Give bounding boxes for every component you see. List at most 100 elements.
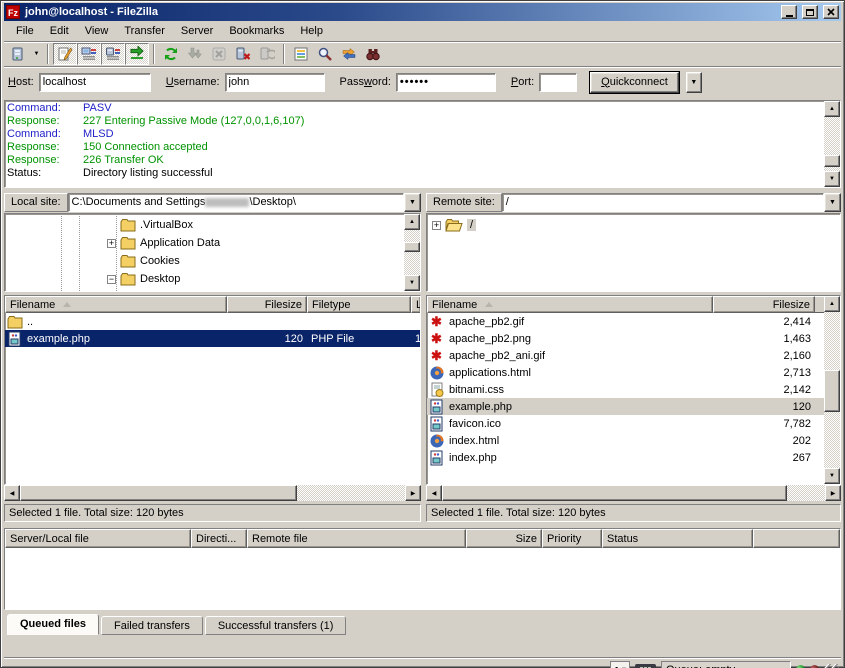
tree-item-root[interactable]: + / (427, 216, 840, 234)
scroll-down-button[interactable]: ▼ (404, 275, 420, 291)
tree-item-cookies[interactable]: Cookies (5, 252, 404, 270)
scroll-right-button[interactable]: ▶ (825, 485, 841, 501)
local-tree-scrollbar[interactable]: ▲ ▼ (404, 214, 420, 291)
remote-file-row[interactable]: ✱ apache_pb2.gif 2,414 (427, 313, 824, 330)
quickconnect-button[interactable]: Quickconnect (590, 72, 679, 93)
resize-grip[interactable] (824, 664, 839, 668)
find-files-button[interactable] (361, 43, 385, 65)
remote-site-path[interactable]: / (502, 193, 824, 212)
tab-failed-transfers[interactable]: Failed transfers (101, 616, 203, 635)
scroll-left-button[interactable]: ◀ (4, 485, 20, 501)
expand-icon[interactable]: + (107, 239, 116, 248)
column-header-filesize[interactable]: Filesize (713, 296, 815, 313)
queue-tabs: Queued files Failed transfers Successful… (4, 614, 841, 635)
remote-file-row[interactable]: index.php 267 (427, 449, 824, 466)
collapse-icon[interactable]: − (107, 275, 116, 284)
tree-item-virtualbox[interactable]: .VirtualBox (5, 216, 404, 234)
column-header-filetype[interactable]: Filetype (307, 296, 411, 313)
menu-bookmarks[interactable]: Bookmarks (221, 23, 292, 40)
column-header-size[interactable]: Size (466, 529, 542, 548)
log-line: Command:MLSD (7, 128, 822, 141)
scroll-right-button[interactable]: ▶ (405, 485, 421, 501)
scrollbar-track[interactable] (824, 312, 840, 468)
scrollbar-thumb[interactable] (824, 370, 840, 412)
local-site-path[interactable]: C:\Documents and Settings\Desktop\ (68, 193, 404, 212)
site-manager-dropdown-button[interactable]: ▼ (30, 43, 43, 65)
remote-list-hscrollbar[interactable]: ◀ ▶ (426, 485, 841, 501)
column-header-direction[interactable]: Directi... (191, 529, 247, 548)
toggle-local-tree-button[interactable] (77, 43, 101, 65)
scrollbar-thumb[interactable] (442, 485, 787, 501)
refresh-button[interactable] (159, 43, 183, 65)
tab-successful-transfers[interactable]: Successful transfers (1) (205, 616, 347, 635)
scroll-up-button[interactable]: ▲ (824, 296, 840, 312)
password-input[interactable] (396, 73, 496, 92)
disconnect-button[interactable] (231, 43, 255, 65)
scrollbar-thumb[interactable] (20, 485, 297, 501)
host-input[interactable] (39, 73, 151, 92)
column-header-filename[interactable]: Filename (5, 296, 227, 313)
column-header-priority[interactable]: Priority (542, 529, 602, 548)
column-header-lastmodified[interactable]: L (411, 296, 420, 313)
scrollbar-thumb[interactable] (404, 242, 420, 252)
toggle-remote-tree-button[interactable] (101, 43, 125, 65)
reconnect-button[interactable] (255, 43, 279, 65)
quickconnect-dropdown-button[interactable]: ▼ (686, 72, 702, 93)
menu-file[interactable]: File (8, 23, 42, 40)
menu-help[interactable]: Help (292, 23, 331, 40)
cancel-operation-button[interactable] (207, 43, 231, 65)
menu-view[interactable]: View (77, 23, 117, 40)
scrollbar-thumb[interactable] (824, 155, 840, 167)
tree-item-desktop[interactable]: − Desktop (5, 270, 404, 288)
directory-filters-button[interactable] (289, 43, 313, 65)
synchronized-browsing-button[interactable] (337, 43, 361, 65)
remote-file-row[interactable]: index.html 202 (427, 432, 824, 449)
process-queue-button[interactable] (183, 43, 207, 65)
menu-transfer[interactable]: Transfer (116, 23, 173, 40)
expand-icon[interactable]: + (432, 221, 441, 230)
scroll-down-button[interactable]: ▼ (824, 171, 840, 187)
local-file-row-parent[interactable]: .. (5, 313, 420, 330)
scroll-up-button[interactable]: ▲ (404, 214, 420, 230)
remote-file-row[interactable]: ✱ apache_pb2_ani.gif 2,160 (427, 347, 824, 364)
scroll-left-button[interactable]: ◀ (426, 485, 442, 501)
minimize-button[interactable] (781, 5, 797, 19)
column-header-server-local-file[interactable]: Server/Local file (5, 529, 191, 548)
port-input[interactable] (539, 73, 577, 92)
tree-item-application-data[interactable]: + Application Data (5, 234, 404, 252)
local-list-hscrollbar[interactable]: ◀ ▶ (4, 485, 421, 501)
directory-comparison-button[interactable] (313, 43, 337, 65)
scrollbar-track[interactable] (20, 485, 405, 501)
column-header-filesize[interactable]: Filesize (227, 296, 307, 313)
toggle-message-log-button[interactable] (53, 43, 77, 65)
toggle-transfer-queue-button[interactable] (125, 43, 149, 65)
close-button[interactable] (823, 5, 839, 19)
remote-file-row[interactable]: ✱ apache_pb2.png 1,463 (427, 330, 824, 347)
menu-edit[interactable]: Edit (42, 23, 77, 40)
scroll-down-button[interactable]: ▼ (824, 468, 840, 484)
queue-body[interactable] (5, 548, 840, 609)
local-site-combo[interactable]: C:\Documents and Settings\Desktop\ ▼ (68, 193, 421, 212)
local-file-row-example-php[interactable]: example.php 120 PHP File 1 (5, 330, 420, 347)
column-header-filename[interactable]: Filename (427, 296, 713, 313)
column-header-remote-file[interactable]: Remote file (247, 529, 466, 548)
remote-file-row[interactable]: applications.html 2,713 (427, 364, 824, 381)
remote-file-row[interactable]: bitnami.css 2,142 (427, 381, 824, 398)
remote-site-combo[interactable]: / ▼ (502, 193, 841, 212)
remote-file-row[interactable]: favicon.ico 7,782 (427, 415, 824, 432)
message-log-scrollbar[interactable]: ▲ ▼ (824, 101, 840, 187)
menu-server[interactable]: Server (173, 23, 221, 40)
username-input[interactable] (225, 73, 325, 92)
local-site-dropdown-button[interactable]: ▼ (404, 193, 421, 212)
scrollbar-track[interactable] (442, 485, 825, 501)
site-manager-button[interactable] (6, 43, 30, 65)
tab-queued-files[interactable]: Queued files (7, 614, 99, 635)
column-header-status[interactable]: Status (602, 529, 753, 548)
scrollbar-track[interactable] (824, 117, 840, 171)
remote-file-row-selected[interactable]: example.php 120 (427, 398, 824, 415)
maximize-button[interactable] (802, 5, 818, 19)
scrollbar-track[interactable] (404, 230, 420, 275)
scroll-up-button[interactable]: ▲ (824, 101, 840, 117)
remote-list-scrollbar[interactable]: ▲ ▼ (824, 296, 840, 484)
remote-site-dropdown-button[interactable]: ▼ (824, 193, 841, 212)
